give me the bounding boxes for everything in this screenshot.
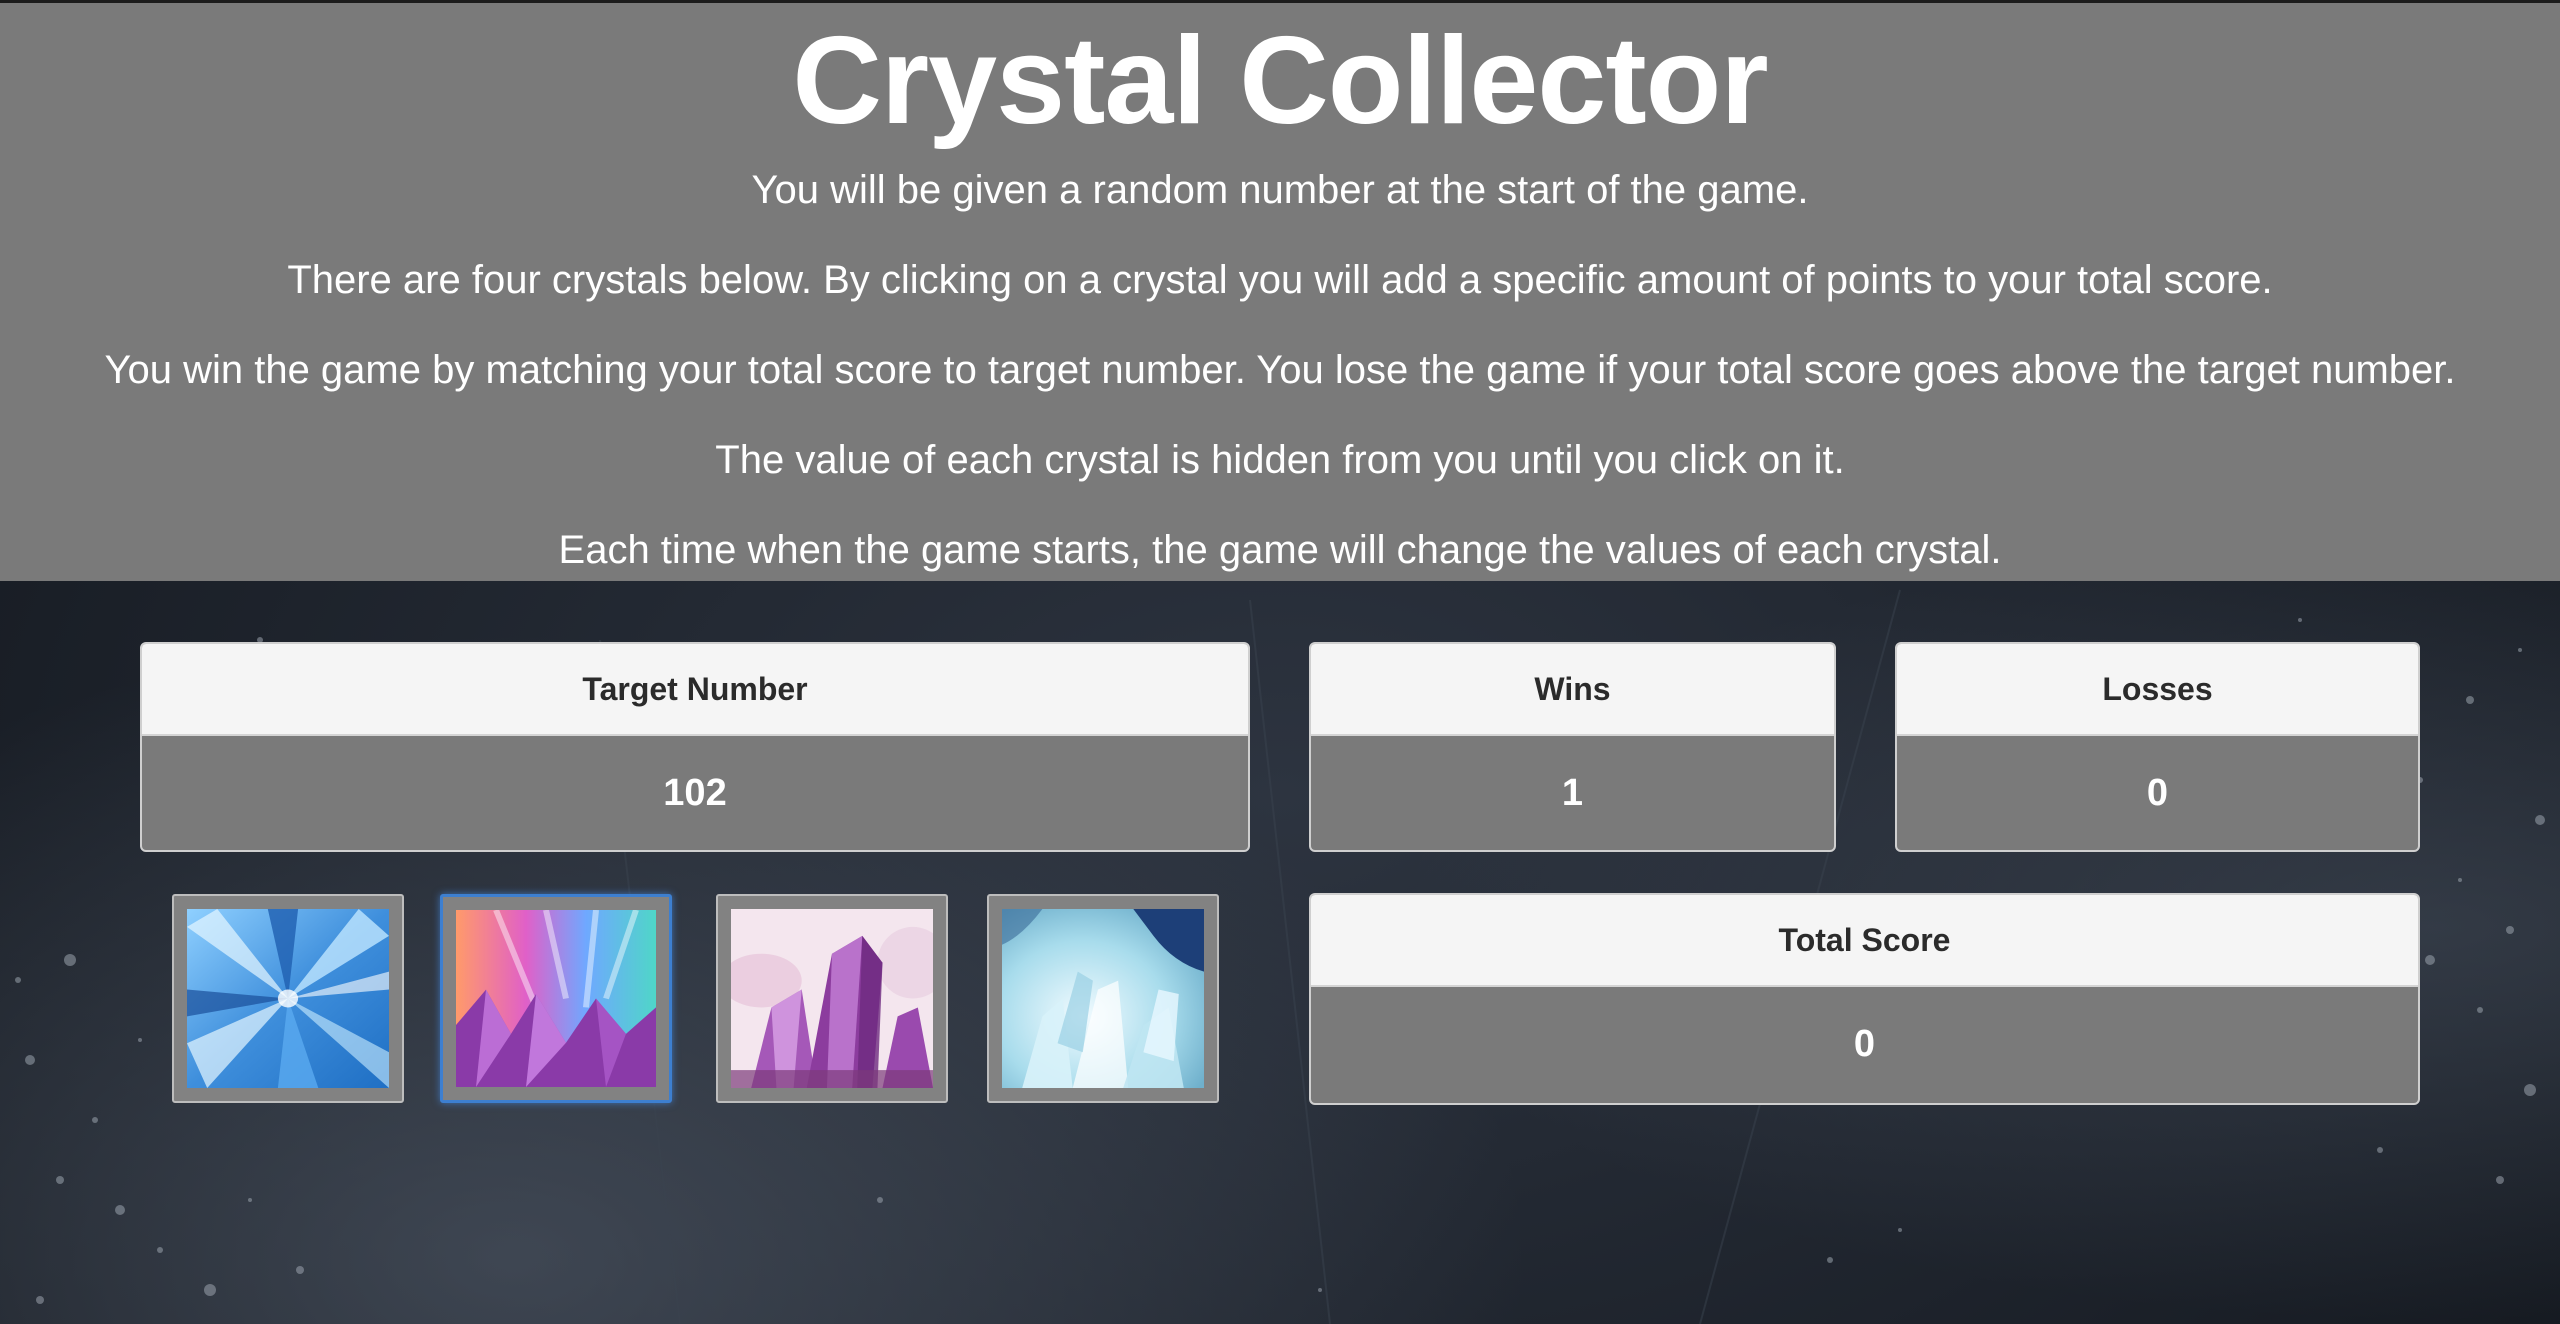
instruction-item: You will be given a random number at the… — [751, 168, 1809, 212]
crystal-button-4[interactable] — [987, 894, 1219, 1103]
wins-label: Wins — [1311, 644, 1834, 736]
instructions-list: You will be given a random number at the… — [0, 165, 2560, 575]
target-number-label: Target Number — [142, 644, 1248, 736]
instruction-item: The value of each crystal is hidden from… — [715, 438, 1845, 482]
instruction-item: You win the game by matching your total … — [104, 348, 2456, 392]
losses-value: 0 — [2146, 771, 2169, 814]
instruction-item: There are four crystals below. By clicki… — [287, 258, 2273, 302]
wins-value: 1 — [1561, 771, 1584, 814]
crystal-button-3[interactable] — [716, 894, 948, 1103]
target-number-value: 102 — [663, 771, 727, 814]
total-score-value: 0 — [1853, 1022, 1876, 1065]
target-number-panel: Target Number 102 — [140, 642, 1250, 852]
losses-panel: Losses 0 — [1895, 642, 2420, 852]
blue-shard-crystal-icon — [187, 909, 389, 1088]
instruction-item: Each time when the game starts, the game… — [558, 528, 2002, 572]
game-title: Crystal Collector — [792, 12, 1768, 150]
total-score-label: Total Score — [1311, 895, 2418, 987]
wins-panel: Wins 1 — [1309, 642, 1836, 852]
rainbow-amethyst-crystal-icon — [456, 910, 656, 1087]
amethyst-point-crystal-icon — [731, 909, 933, 1088]
crystal-button-1[interactable] — [172, 894, 404, 1103]
ice-quartz-crystal-icon — [1002, 909, 1204, 1088]
crystal-button-2[interactable] — [440, 894, 672, 1103]
game-header: Crystal Collector You will be given a ra… — [0, 0, 2560, 581]
losses-label: Losses — [1897, 644, 2418, 736]
total-score-panel: Total Score 0 — [1309, 893, 2420, 1105]
